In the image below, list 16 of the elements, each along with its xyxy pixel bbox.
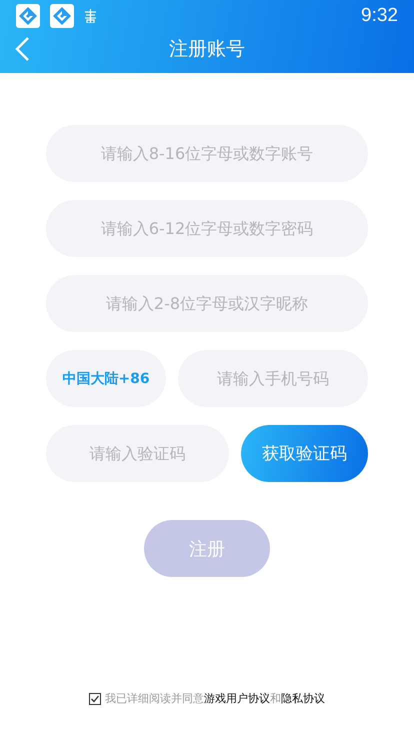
notification-icon — [84, 9, 97, 23]
privacy-policy-link[interactable]: 隐私协议 — [281, 692, 325, 705]
status-time: 9:32 — [361, 5, 398, 27]
phone-field[interactable]: 请输入手机号码 — [178, 350, 368, 407]
country-code-button[interactable]: 中国大陆+86 — [46, 350, 166, 407]
checkbox[interactable] — [89, 692, 101, 704]
input-field[interactable]: 请输入6-12位字母或数字密码 — [46, 200, 368, 257]
input-field[interactable]: 请输入8-16位字母或数字账号 — [46, 125, 368, 182]
user-agreement-link[interactable]: 游戏用户协议 — [204, 692, 270, 705]
page-title: 注册账号 — [169, 37, 245, 62]
input-field[interactable]: 请输入2-8位字母或汉字昵称 — [46, 275, 368, 332]
app-icon — [16, 4, 40, 28]
agreement-text: 我已详细阅读并同意游戏用户协议和隐私协议 — [105, 691, 325, 706]
code-field[interactable]: 请输入验证码 — [46, 425, 229, 482]
get-code-button[interactable]: 获取验证码 — [241, 425, 368, 482]
app-icon — [50, 4, 74, 28]
